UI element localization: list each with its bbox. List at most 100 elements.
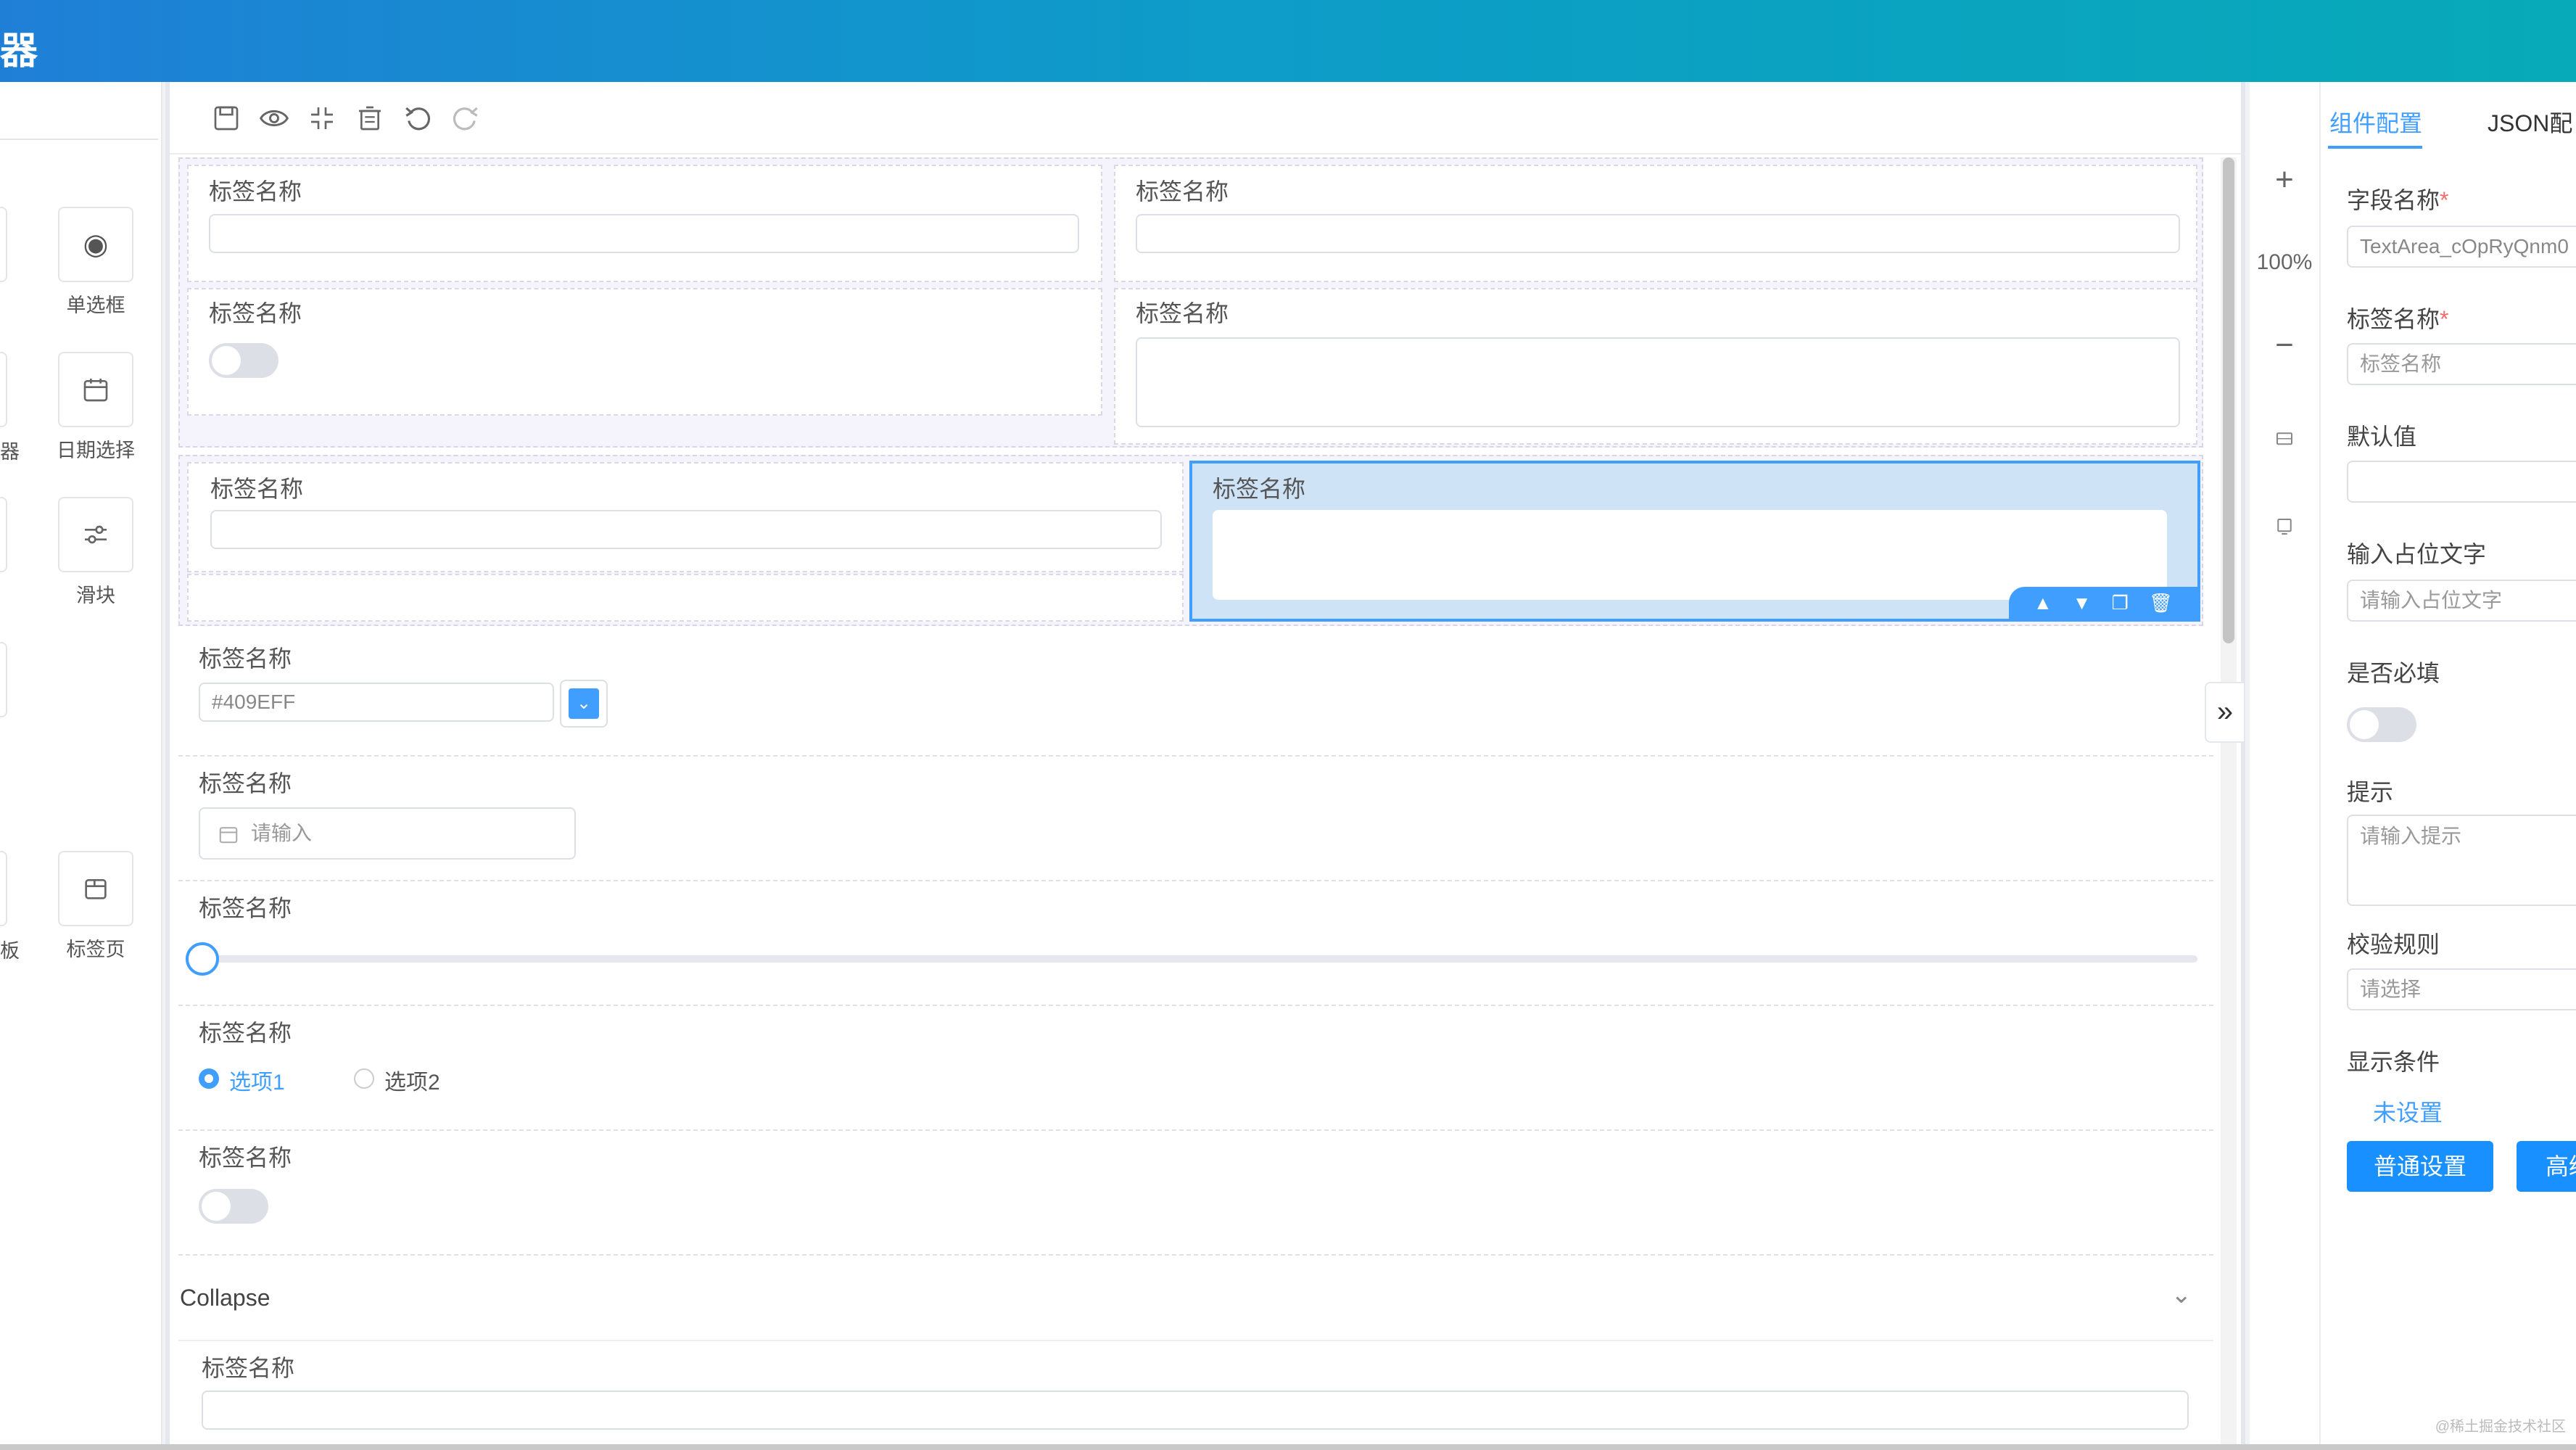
zoom-in-icon[interactable]: + xyxy=(2250,162,2319,198)
form-row-date[interactable]: 标签名称 请输入 xyxy=(178,757,2213,881)
palette-item-partial[interactable] xyxy=(0,207,7,282)
text-input[interactable] xyxy=(202,1391,2189,1430)
slider-icon xyxy=(58,497,133,572)
chevron-down-icon: ⌄ xyxy=(569,688,599,719)
field-label: 标签名称 xyxy=(209,178,302,205)
tab-component-config[interactable]: 组件配置 xyxy=(2329,105,2422,139)
bottom-edge xyxy=(0,1444,2576,1450)
palette-item-tabs[interactable]: 标签页 xyxy=(52,851,139,962)
collapse-content: 标签名称 xyxy=(178,1344,2213,1449)
zoom-out-icon[interactable]: − xyxy=(2250,327,2319,363)
selected-field[interactable]: 标签名称 ▲ ▼ ❐ 🗑 xyxy=(1189,461,2200,622)
delete-icon[interactable]: 🗑 xyxy=(2149,592,2173,614)
grid-container[interactable]: 标签名称 标签名称 ▲ ▼ ❐ 🗑 xyxy=(178,455,2203,626)
clear-icon[interactable] xyxy=(354,102,386,134)
palette-search-strip[interactable] xyxy=(0,82,158,140)
rules-select[interactable]: 请选择 xyxy=(2347,968,2576,1010)
hint-label: 提示 xyxy=(2347,779,2394,805)
advanced-settings-button[interactable]: 高级 xyxy=(2517,1141,2576,1192)
palette-item-slider[interactable]: 滑块 xyxy=(52,497,139,608)
hint-textarea[interactable]: 请输入提示 xyxy=(2347,815,2576,906)
palette-item-partial[interactable] xyxy=(0,352,7,427)
fullscreen-icon[interactable] xyxy=(306,102,338,134)
grid-cell[interactable]: 标签名称 xyxy=(1114,165,2197,282)
mobile-view-icon[interactable] xyxy=(2250,516,2319,541)
radio-option-label[interactable]: 选项2 xyxy=(384,1064,440,1096)
palette-item-date[interactable]: 日期选择 xyxy=(52,352,139,463)
preview-icon[interactable] xyxy=(258,102,290,134)
grid-container[interactable]: 标签名称 标签名称 标签名称 标签名称 xyxy=(178,157,2203,448)
move-down-icon[interactable]: ▼ xyxy=(2073,592,2092,614)
normal-settings-button[interactable]: 普通设置 xyxy=(2347,1141,2493,1192)
canvas-scrollbar[interactable] xyxy=(2221,157,2237,1446)
default-value-input[interactable] xyxy=(2347,461,2576,503)
copy-icon[interactable]: ❐ xyxy=(2112,592,2129,614)
collapse-title: Collapse xyxy=(180,1285,271,1311)
text-input[interactable] xyxy=(209,214,1079,253)
toggle-switch[interactable] xyxy=(209,343,278,378)
form-row-color[interactable]: 标签名称 #409EFF ⌄ xyxy=(178,632,2213,757)
textarea[interactable] xyxy=(1136,337,2180,427)
undo-icon[interactable] xyxy=(402,102,434,134)
field-action-bar: ▲ ▼ ❐ 🗑 xyxy=(2009,587,2197,619)
palette-item-partial[interactable] xyxy=(0,642,7,717)
palette-item-label: 单选框 xyxy=(66,294,125,316)
redo-icon[interactable] xyxy=(450,102,482,134)
slider-handle[interactable] xyxy=(186,942,219,976)
form-area: 标签名称 标签名称 标签名称 标签名称 标签名称 标签名称 ▲ ▼ ❐ 🗑 标签… xyxy=(178,157,2213,1449)
palette-item-label: 滑块 xyxy=(76,585,115,606)
field-name-input[interactable]: TextArea_cOpRyQnm0 xyxy=(2347,226,2576,268)
expand-panel-button[interactable]: » xyxy=(2205,682,2245,743)
text-input[interactable] xyxy=(210,510,1162,549)
placeholder-input[interactable]: 请输入占位文字 xyxy=(2347,580,2576,622)
active-tab-indicator xyxy=(2328,146,2422,149)
form-row-radio[interactable]: 标签名称 选项1 选项2 xyxy=(178,1006,2213,1131)
collapse-header[interactable]: Collapse ⌄ xyxy=(178,1256,2213,1341)
grid-cell[interactable]: 标签名称 xyxy=(1114,288,2197,445)
palette-item-label: 器 xyxy=(0,441,20,463)
palette-item-partial[interactable] xyxy=(0,497,7,572)
required-label: 是否必填 xyxy=(2347,660,2440,686)
required-switch[interactable] xyxy=(2347,707,2416,742)
grid-cell[interactable]: 标签名称 xyxy=(187,462,1184,572)
palette-item-label: 板 xyxy=(0,940,20,962)
grid-cell[interactable]: 标签名称 xyxy=(187,288,1102,416)
palette-item-partial[interactable] xyxy=(0,851,7,926)
grid-cell[interactable] xyxy=(187,574,1184,622)
radio-checked[interactable] xyxy=(199,1068,219,1089)
pc-view-icon[interactable] xyxy=(2250,429,2319,454)
default-value-label: 默认值 xyxy=(2347,424,2417,450)
radio-icon: ◉ xyxy=(58,207,133,282)
chevron-down-icon[interactable]: ⌄ xyxy=(2171,1280,2192,1309)
field-label: 标签名称 xyxy=(1136,178,1229,205)
save-icon[interactable] xyxy=(210,102,242,134)
tab-json-config[interactable]: JSON配 xyxy=(2488,105,2572,139)
watermark: @稀土掘金技术社区 xyxy=(2435,1419,2566,1435)
component-palette: ◉ 单选框 器 日期选择 滑块 板 标签页 xyxy=(0,82,162,1446)
scrollbar-thumb[interactable] xyxy=(2223,157,2234,643)
tabs-icon xyxy=(58,851,133,926)
field-label: 标签名称 xyxy=(199,895,292,921)
grid-cell[interactable]: 标签名称 xyxy=(187,165,1102,282)
slider-track[interactable] xyxy=(193,955,2197,963)
radio-unchecked[interactable] xyxy=(354,1068,374,1089)
color-input[interactable]: #409EFF xyxy=(199,683,554,722)
label-name-input[interactable]: 标签名称 xyxy=(2347,343,2576,385)
field-label: 标签名称 xyxy=(199,770,292,796)
palette-item-label: 标签页 xyxy=(66,939,125,960)
field-label: 标签名称 xyxy=(1136,300,1229,326)
date-input[interactable]: 请输入 xyxy=(199,807,576,860)
radio-option-label[interactable]: 选项1 xyxy=(229,1064,285,1096)
color-picker-button[interactable]: ⌄ xyxy=(560,680,608,728)
zoom-controls: + 100% − xyxy=(2250,82,2321,1446)
text-input[interactable] xyxy=(1136,214,2180,253)
form-row-switch[interactable]: 标签名称 xyxy=(178,1131,2213,1256)
canvas-toolbar xyxy=(170,82,2241,155)
condition-link[interactable]: 未设置 xyxy=(2373,1095,2443,1128)
field-label: 标签名称 xyxy=(1213,476,1306,502)
palette-item-radio[interactable]: ◉ 单选框 xyxy=(52,207,139,318)
toggle-switch[interactable] xyxy=(199,1189,268,1224)
move-up-icon[interactable]: ▲ xyxy=(2034,592,2052,614)
rules-label: 校验规则 xyxy=(2347,931,2440,957)
form-row-slider[interactable]: 标签名称 xyxy=(178,881,2213,1006)
